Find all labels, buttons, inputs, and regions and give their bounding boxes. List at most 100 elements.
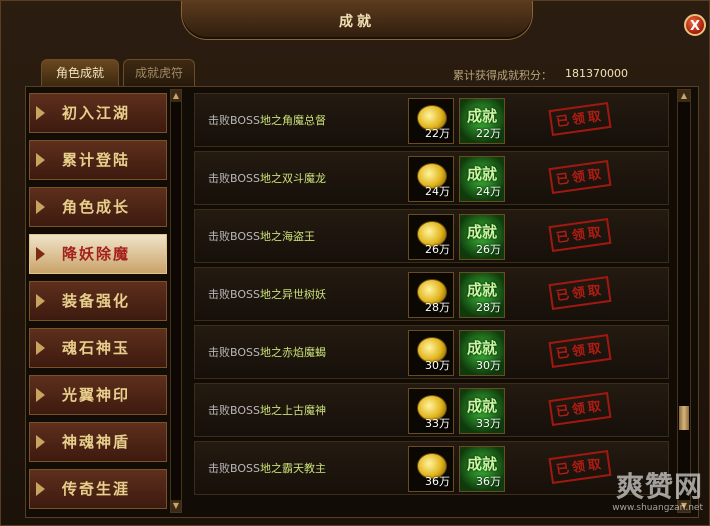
achievement-points-label: 累计获得成就积分： bbox=[453, 69, 552, 82]
list-scrollbar[interactable]: ▲ ▼ bbox=[677, 89, 691, 513]
gold-amount: 33万 bbox=[425, 417, 450, 430]
points-amount: 26万 bbox=[476, 243, 501, 256]
achievement-points-reward[interactable]: 成就 28万 bbox=[459, 272, 505, 318]
gold-reward[interactable]: 28万 bbox=[408, 272, 454, 318]
gold-amount: 24万 bbox=[425, 185, 450, 198]
achievement-icon: 成就 bbox=[466, 165, 497, 183]
chevron-right-icon bbox=[36, 294, 45, 308]
achievement-prefix: 击败BOSS bbox=[208, 172, 260, 185]
achievement-points-value: 181370000 bbox=[565, 67, 628, 80]
achievement-icon: 成就 bbox=[466, 223, 497, 241]
achievement-icon: 成就 bbox=[466, 281, 497, 299]
nav-item-growth[interactable]: 角色成长 bbox=[29, 187, 167, 227]
achievement-description: 击败BOSS地之海盗王 bbox=[208, 228, 315, 244]
gold-amount: 26万 bbox=[425, 243, 450, 256]
achievement-icon: 成就 bbox=[466, 397, 497, 415]
close-button[interactable]: X bbox=[684, 14, 706, 36]
achievement-window: 成就 X 角色成就 成就虎符 累计获得成就积分： 181370000 初入江湖 … bbox=[0, 0, 710, 526]
claimed-stamp: 已领取 bbox=[548, 275, 612, 311]
claimed-stamp: 已领取 bbox=[548, 391, 612, 427]
tab-character-achievements[interactable]: 角色成就 bbox=[41, 59, 119, 87]
gold-reward[interactable]: 24万 bbox=[408, 156, 454, 202]
chevron-right-icon bbox=[36, 200, 45, 214]
achievement-icon: 成就 bbox=[466, 107, 497, 125]
achievement-description: 击败BOSS地之双斗魔龙 bbox=[208, 170, 326, 186]
achievement-points-reward[interactable]: 成就 26万 bbox=[459, 214, 505, 260]
achievement-prefix: 击败BOSS bbox=[208, 346, 260, 359]
achievement-boss-name: 地之上古魔神 bbox=[259, 404, 326, 417]
nav-item-beginner[interactable]: 初入江湖 bbox=[29, 93, 167, 133]
claimed-stamp: 已领取 bbox=[548, 101, 612, 137]
site-watermark: 爽赞网 www.shuangzan.net bbox=[583, 465, 703, 521]
achievement-row: 击败BOSS地之上古魔神 33万 成就 33万 已领取 bbox=[194, 383, 669, 437]
achievement-boss-name: 地之海盗王 bbox=[259, 230, 315, 243]
chevron-right-icon bbox=[36, 482, 45, 496]
achievement-boss-name: 地之角魔总督 bbox=[259, 114, 326, 127]
scroll-down-icon[interactable]: ▼ bbox=[171, 500, 181, 512]
gold-amount: 22万 bbox=[425, 127, 450, 140]
achievement-prefix: 击败BOSS bbox=[208, 114, 260, 127]
nav-item-label: 魂石神玉 bbox=[62, 339, 131, 357]
nav-scrollbar[interactable]: ▲ ▼ bbox=[170, 89, 182, 513]
gold-reward[interactable]: 30万 bbox=[408, 330, 454, 376]
chevron-right-icon bbox=[36, 106, 45, 120]
points-amount: 36万 bbox=[476, 475, 501, 488]
scroll-up-icon[interactable]: ▲ bbox=[171, 90, 181, 102]
nav-item-label: 降妖除魔 bbox=[62, 245, 131, 263]
watermark-url: www.shuangzan.net bbox=[612, 503, 703, 513]
nav-item-label: 神魂神盾 bbox=[62, 433, 131, 451]
gold-amount: 30万 bbox=[425, 359, 450, 372]
achievement-points-reward[interactable]: 成就 33万 bbox=[459, 388, 505, 434]
achievement-row: 击败BOSS地之异世树妖 28万 成就 28万 已领取 bbox=[194, 267, 669, 321]
claimed-stamp: 已领取 bbox=[548, 333, 612, 369]
nav-item-wing-seal[interactable]: 光翼神印 bbox=[29, 375, 167, 415]
points-amount: 28万 bbox=[476, 301, 501, 314]
watermark-logo-text: 爽赞网 bbox=[615, 470, 703, 503]
window-title: 成就 bbox=[339, 14, 375, 30]
gold-reward[interactable]: 26万 bbox=[408, 214, 454, 260]
achievement-boss-name: 地之赤焰魔蝎 bbox=[259, 346, 326, 359]
scrollbar-thumb[interactable] bbox=[679, 406, 689, 430]
gold-reward[interactable]: 22万 bbox=[408, 98, 454, 144]
achievement-boss-name: 地之双斗魔龙 bbox=[259, 172, 326, 185]
nav-item-demon-slaying[interactable]: 降妖除魔 bbox=[29, 234, 167, 274]
nav-item-equipment-enhance[interactable]: 装备强化 bbox=[29, 281, 167, 321]
achievement-row: 击败BOSS地之角魔总督 22万 成就 22万 已领取 bbox=[194, 93, 669, 147]
nav-item-label: 初入江湖 bbox=[62, 104, 131, 122]
nav-item-label: 光翼神印 bbox=[62, 386, 131, 404]
points-amount: 22万 bbox=[476, 127, 501, 140]
nav-item-soul-stone[interactable]: 魂石神玉 bbox=[29, 328, 167, 368]
gold-amount: 28万 bbox=[425, 301, 450, 314]
tab-achievement-tiger-tally[interactable]: 成就虎符 bbox=[123, 59, 195, 87]
points-amount: 30万 bbox=[476, 359, 501, 372]
achievement-description: 击败BOSS地之赤焰魔蝎 bbox=[208, 344, 326, 360]
nav-item-label: 装备强化 bbox=[62, 292, 131, 310]
scroll-up-icon[interactable]: ▲ bbox=[678, 90, 690, 102]
achievement-points-reward[interactable]: 成就 30万 bbox=[459, 330, 505, 376]
chevron-right-icon bbox=[36, 341, 45, 355]
points-amount: 33万 bbox=[476, 417, 501, 430]
achievement-boss-name: 地之霸天教主 bbox=[259, 462, 326, 475]
nav-item-label: 角色成长 bbox=[62, 198, 131, 216]
achievement-points-reward[interactable]: 成就 22万 bbox=[459, 98, 505, 144]
achievement-icon: 成就 bbox=[466, 455, 497, 473]
achievement-prefix: 击败BOSS bbox=[208, 404, 260, 417]
gold-amount: 36万 bbox=[425, 475, 450, 488]
achievement-row: 击败BOSS地之赤焰魔蝎 30万 成就 30万 已领取 bbox=[194, 325, 669, 379]
nav-item-divine-shield[interactable]: 神魂神盾 bbox=[29, 422, 167, 462]
chevron-right-icon bbox=[36, 247, 45, 261]
nav-item-login[interactable]: 累计登陆 bbox=[29, 140, 167, 180]
points-amount: 24万 bbox=[476, 185, 501, 198]
nav-item-label: 传奇生涯 bbox=[62, 480, 131, 498]
chevron-right-icon bbox=[36, 388, 45, 402]
achievement-row: 击败BOSS地之海盗王 26万 成就 26万 已领取 bbox=[194, 209, 669, 263]
chevron-right-icon bbox=[36, 153, 45, 167]
achievement-points-reward[interactable]: 成就 24万 bbox=[459, 156, 505, 202]
achievement-prefix: 击败BOSS bbox=[208, 288, 260, 301]
gold-reward[interactable]: 36万 bbox=[408, 446, 454, 492]
achievement-prefix: 击败BOSS bbox=[208, 462, 260, 475]
achievement-points-reward[interactable]: 成就 36万 bbox=[459, 446, 505, 492]
achievement-description: 击败BOSS地之异世树妖 bbox=[208, 286, 326, 302]
gold-reward[interactable]: 33万 bbox=[408, 388, 454, 434]
nav-item-legend-career[interactable]: 传奇生涯 bbox=[29, 469, 167, 509]
